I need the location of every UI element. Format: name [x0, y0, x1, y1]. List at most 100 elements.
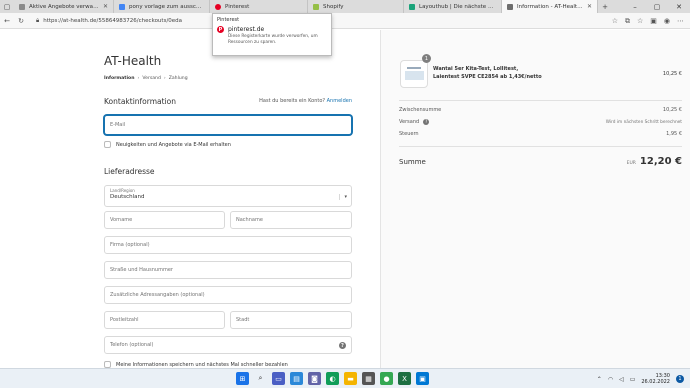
address2-field[interactable]: Zusätzliche Adressangaben (optional) [104, 286, 352, 304]
tax-row: Steuern 1,95 € [399, 131, 682, 137]
taskbar-apps: ⊞ ⌕ ▭ ▤ ◙ ◐ ▬ ▦ ● X ▣ [236, 372, 429, 385]
tab-label: pony vorlage zum ausschneiden [129, 3, 204, 10]
divider [399, 100, 682, 101]
file-explorer-icon[interactable]: ▬ [344, 372, 357, 385]
shipping-row: Versand? Wird im nächsten Schritt berech… [399, 119, 682, 125]
tab-label: Pinterest [225, 3, 250, 10]
favorite-star-icon[interactable]: ☆ [612, 17, 618, 25]
tab-pinterest[interactable]: Pinterest [210, 0, 308, 13]
breadcrumb-separator-icon: › [163, 76, 166, 81]
product-price: 10,25 € [662, 71, 682, 77]
window-controls: – ▢ ✕ [624, 0, 690, 13]
page-icon [507, 3, 513, 10]
phone-field[interactable]: Telefon (optional) ? [104, 336, 352, 354]
tab-layouthub[interactable]: Layouthub | Die nächste Gene... [404, 0, 502, 13]
checkbox-box[interactable] [104, 141, 111, 148]
profile-icon[interactable]: ◉ [664, 17, 670, 25]
pinterest-icon [215, 3, 221, 10]
subtotal-row: Zwischensumme 10,25 € [399, 107, 682, 113]
reload-icon[interactable]: ↻ [14, 17, 28, 25]
system-tray: ⌃ ◠ ◁ ▭ 13:30 26.02.2022 1 [597, 369, 684, 388]
help-icon[interactable]: ? [339, 342, 346, 349]
tab-pony-template[interactable]: pony vorlage zum ausschneiden [114, 0, 210, 13]
start-icon[interactable]: ⊞ [236, 372, 249, 385]
collections-icon[interactable]: ▣ [650, 17, 657, 25]
checkbox-box[interactable] [104, 361, 111, 368]
volume-icon[interactable]: ◁ [619, 376, 624, 383]
lock-icon[interactable]: 🔒︎ [36, 17, 39, 25]
order-summary: 1 Wantai 5er Kita-Test, Lollitest, Laien… [380, 30, 690, 368]
total-currency: EUR [626, 161, 636, 166]
login-hint: Hast du bereits ein Konto? Anmelden [259, 98, 352, 104]
email-placeholder: E-Mail [110, 122, 126, 128]
pinterest-icon: P [217, 26, 224, 33]
widgets-icon[interactable]: ▤ [290, 372, 303, 385]
google-icon [119, 3, 125, 10]
photos-icon[interactable]: ▣ [416, 372, 429, 385]
tab-label: Aktive Angebote verwalten [29, 3, 100, 10]
shopify-icon [313, 3, 319, 10]
edge-icon[interactable]: ◐ [326, 372, 339, 385]
shop-title[interactable]: AT-Health [104, 54, 161, 68]
city-placeholder: Stadt [236, 317, 250, 323]
firstname-field[interactable]: Vorname [104, 211, 225, 229]
total-label: Summe [399, 157, 426, 166]
extensions-icon[interactable]: ⧉ [625, 17, 630, 26]
excel-icon[interactable]: X [398, 372, 411, 385]
task-view-icon[interactable]: ▭ [272, 372, 285, 385]
lastname-placeholder: Nachname [236, 217, 263, 223]
newsletter-checkbox[interactable]: Neuigkeiten und Angebote via E-Mail erha… [104, 141, 231, 148]
new-tab-icon[interactable]: + [598, 0, 612, 13]
chat-icon[interactable]: ◙ [308, 372, 321, 385]
tab-favicon-icon [19, 3, 25, 10]
tab-hover-card: Pinterest P pinterest.de Diese Registerk… [212, 13, 332, 56]
tab-shopify[interactable]: Shopify [308, 0, 404, 13]
street-field[interactable]: Straße und Hausnummer [104, 261, 352, 279]
subtotal-value: 10,25 € [662, 107, 682, 113]
zip-field[interactable]: Postleitzahl [104, 311, 225, 329]
company-field[interactable]: Firma (optional) [104, 236, 352, 254]
help-icon[interactable]: ? [423, 119, 430, 125]
company-placeholder: Firma (optional) [110, 242, 150, 248]
product-image-box [405, 71, 424, 80]
chrome-icon[interactable]: ● [380, 372, 393, 385]
back-icon[interactable]: ← [0, 17, 14, 25]
email-field[interactable]: E-Mail [104, 115, 352, 135]
maximize-icon[interactable]: ▢ [646, 0, 668, 13]
tab-at-health[interactable]: Information - AT-Health - Bez... ✕ [502, 0, 598, 13]
tax-label: Steuern [399, 131, 419, 137]
firstname-placeholder: Vorname [110, 217, 133, 223]
save-info-checkbox[interactable]: Meine Informationen speichern und nächst… [104, 361, 288, 368]
tab-active-offers[interactable]: Aktive Angebote verwalten ✕ [14, 0, 114, 13]
close-tab-icon[interactable]: ✕ [103, 3, 108, 10]
chevron-up-icon[interactable]: ⌃ [597, 376, 602, 383]
total-row: Summe EUR 12,20 € [399, 156, 682, 167]
breadcrumb-payment: Zahlung [168, 76, 188, 81]
country-label: Land/Region [110, 188, 135, 193]
product-thumbnail [400, 60, 428, 88]
shipping-label: Versand [399, 119, 420, 125]
breadcrumb: Information › Versand › Zahlung [104, 76, 188, 81]
toolbar-icons: ☆ ⧉ ☆ ▣ ◉ ⋯ [612, 13, 684, 29]
search-icon[interactable]: ⌕ [254, 372, 267, 385]
breadcrumb-separator-icon: › [137, 76, 140, 81]
login-link[interactable]: Anmelden [327, 98, 352, 104]
close-window-icon[interactable]: ✕ [668, 0, 690, 13]
store-icon[interactable]: ▦ [362, 372, 375, 385]
minimize-icon[interactable]: – [624, 0, 646, 13]
address2-placeholder: Zusätzliche Adressangaben (optional) [110, 292, 205, 298]
breadcrumb-shipping: Versand [142, 76, 161, 81]
country-select[interactable]: Land/Region Deutschland ▾ [104, 185, 352, 207]
lastname-field[interactable]: Nachname [230, 211, 352, 229]
battery-icon[interactable]: ▭ [630, 376, 636, 383]
city-field[interactable]: Stadt [230, 311, 352, 329]
more-menu-icon[interactable]: ⋯ [677, 17, 684, 25]
favorites-icon[interactable]: ☆ [637, 17, 643, 25]
clock[interactable]: 13:30 26.02.2022 [641, 373, 670, 385]
save-info-label: Meine Informationen speichern und nächst… [116, 361, 288, 368]
popup-host: pinterest.de [228, 26, 265, 33]
notification-badge[interactable]: 1 [676, 375, 684, 383]
tab-actions-icon[interactable]: ▢ [0, 0, 14, 13]
wifi-icon[interactable]: ◠ [608, 376, 613, 383]
close-tab-icon[interactable]: ✕ [587, 3, 592, 10]
